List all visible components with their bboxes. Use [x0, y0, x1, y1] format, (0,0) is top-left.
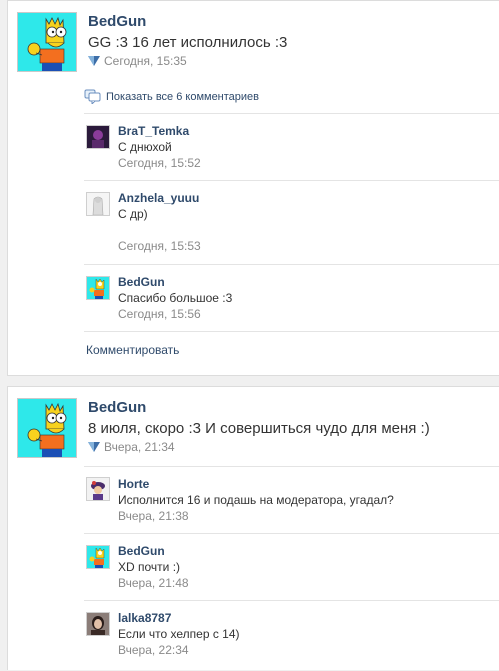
comment-item: lalka8787 Если что хелпер с 14) Вчера, 2…	[84, 600, 499, 671]
comment-divider	[84, 331, 499, 332]
commenter-name[interactable]: Anzhela_yuuu	[118, 191, 199, 205]
comment-time: Сегодня, 15:56	[118, 307, 201, 321]
status-post: BedGun 8 июля, скоро :3 И совершиться чу…	[7, 386, 499, 670]
post-meta: Сегодня, 15:35	[88, 54, 187, 68]
comment-text: XD почти :)	[118, 560, 181, 574]
comment-item: BraT_Temka С днюхой Сегодня, 15:52	[84, 113, 499, 181]
commenter-avatar[interactable]	[86, 477, 110, 501]
post-author-name[interactable]: BedGun	[88, 13, 146, 30]
comment-text: Исполнится 16 и подашь на модератора, уг…	[118, 493, 394, 507]
comment-time: Сегодня, 15:53	[118, 239, 201, 253]
comment-time: Вчера, 21:38	[118, 509, 189, 523]
comment-item: Horte Исполнится 16 и подашь на модерато…	[84, 466, 499, 534]
comment-time: Вчера, 21:48	[118, 576, 189, 590]
commenter-name[interactable]: BedGun	[118, 275, 165, 289]
comment-time: Сегодня, 15:52	[118, 156, 201, 170]
comment-text: Если что хелпер с 14)	[118, 627, 240, 641]
triangle-icon	[88, 56, 100, 66]
comment-item: Anzhela_yuuu С др) Сегодня, 15:53	[84, 180, 499, 265]
comment-item: BedGun XD почти :) Вчера, 21:48	[84, 533, 499, 601]
commenter-avatar[interactable]	[86, 545, 110, 569]
commenter-name[interactable]: lalka8787	[118, 611, 171, 625]
commenter-name[interactable]: Horte	[118, 477, 149, 491]
post-meta: Вчера, 21:34	[88, 440, 175, 454]
show-all-comments-link[interactable]: Показать все 6 комментариев	[84, 89, 260, 106]
status-post: BedGun GG :3 16 лет исполнилось :3 Сегод…	[7, 0, 499, 376]
comment-item: BedGun Спасибо большое :3 Сегодня, 15:56	[84, 264, 499, 332]
show-all-label: Показать все 6 комментариев	[106, 91, 260, 103]
commenter-avatar[interactable]	[86, 125, 110, 149]
commenter-avatar[interactable]	[86, 276, 110, 300]
post-time: Вчера, 21:34	[104, 440, 175, 454]
comments-icon	[84, 89, 101, 106]
comment-time: Вчера, 22:34	[118, 643, 189, 657]
add-comment-link[interactable]: Комментировать	[86, 343, 179, 357]
commenter-name[interactable]: BedGun	[118, 544, 165, 558]
comment-text: С др)	[118, 207, 148, 221]
post-author-name[interactable]: BedGun	[88, 399, 146, 416]
commenter-avatar[interactable]	[86, 192, 110, 216]
author-avatar[interactable]	[17, 12, 77, 72]
triangle-icon	[88, 442, 100, 452]
post-time: Сегодня, 15:35	[104, 54, 187, 68]
comment-text: С днюхой	[118, 140, 172, 154]
status-text: 8 июля, скоро :3 И совершиться чудо для …	[88, 420, 430, 437]
commenter-avatar[interactable]	[86, 612, 110, 636]
comment-text: Спасибо большое :3	[118, 291, 233, 305]
commenter-name[interactable]: BraT_Temka	[118, 124, 189, 138]
author-avatar[interactable]	[17, 398, 77, 458]
status-text: GG :3 16 лет исполнилось :3	[88, 34, 288, 51]
